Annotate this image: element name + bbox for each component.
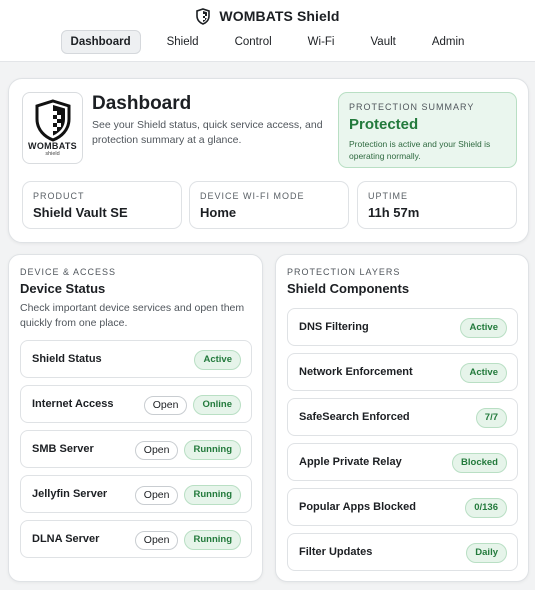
stat-value: Shield Vault SE bbox=[33, 205, 128, 220]
device-row-dlna-server: DLNA Server Open Running bbox=[20, 520, 252, 558]
protection-summary: PROTECTION SUMMARY Protected Protection … bbox=[338, 92, 517, 168]
status-badge: Active bbox=[194, 350, 241, 370]
logo-shield-icon bbox=[35, 99, 71, 142]
nav-control[interactable]: Control bbox=[225, 30, 282, 54]
device-status-panel: DEVICE & ACCESS Device Status Check impo… bbox=[8, 254, 263, 582]
open-button[interactable]: Open bbox=[134, 530, 179, 550]
row-label: SafeSearch Enforced bbox=[299, 411, 410, 423]
protection-summary-value: Protected bbox=[349, 116, 419, 133]
product-logo: WOMBATS shield bbox=[22, 92, 83, 164]
layer-row-network-enforcement: Network Enforcement Active bbox=[287, 353, 518, 391]
nav-admin[interactable]: Admin bbox=[422, 30, 475, 54]
panel-label: PROTECTION LAYERS bbox=[287, 267, 401, 277]
open-button[interactable]: Open bbox=[143, 395, 188, 415]
app-title: WOMBATS Shield bbox=[219, 8, 340, 24]
stat-wifi-mode: DEVICE WI-FI MODE Home bbox=[189, 181, 349, 229]
status-badge: 7/7 bbox=[475, 408, 507, 428]
status-badge: Active bbox=[460, 363, 507, 383]
status-badge: Active bbox=[460, 318, 507, 338]
row-label: Filter Updates bbox=[299, 546, 373, 558]
nav-vault[interactable]: Vault bbox=[360, 30, 405, 54]
layer-row-apple-private-relay: Apple Private Relay Blocked bbox=[287, 443, 518, 481]
top-bar: WOMBATS Shield Dashboard Shield Control … bbox=[0, 0, 535, 62]
layer-row-filter-updates: Filter Updates Daily bbox=[287, 533, 518, 571]
dashboard-hero-card: WOMBATS shield Dashboard See your Shield… bbox=[8, 78, 529, 243]
stat-label: DEVICE WI-FI MODE bbox=[200, 191, 305, 201]
row-label: Internet Access bbox=[32, 398, 114, 410]
row-label: Shield Status bbox=[32, 353, 102, 365]
row-label: SMB Server bbox=[32, 443, 94, 455]
panel-label: DEVICE & ACCESS bbox=[20, 267, 117, 277]
device-row-shield-status: Shield Status Active bbox=[20, 340, 252, 378]
row-label: DLNA Server bbox=[32, 533, 100, 545]
status-badge: Running bbox=[184, 440, 241, 460]
protection-summary-label: PROTECTION SUMMARY bbox=[349, 102, 475, 112]
row-label: Network Enforcement bbox=[299, 366, 413, 378]
main-nav: Dashboard Shield Control Wi-Fi Vault Adm… bbox=[0, 30, 535, 54]
status-badge: 0/136 bbox=[465, 498, 507, 518]
panel-title: Device Status bbox=[20, 281, 106, 296]
device-row-internet-access: Internet Access Open Online bbox=[20, 385, 252, 423]
open-button[interactable]: Open bbox=[134, 485, 179, 505]
row-label: Jellyfin Server bbox=[32, 488, 108, 500]
page-title: Dashboard bbox=[92, 93, 192, 114]
stat-label: UPTIME bbox=[368, 191, 409, 201]
device-row-smb-server: SMB Server Open Running bbox=[20, 430, 252, 468]
panel-title: Shield Components bbox=[287, 281, 410, 296]
brand: WOMBATS Shield bbox=[0, 6, 535, 26]
logo-wordmark: WOMBATS bbox=[28, 141, 77, 151]
row-label: DNS Filtering bbox=[299, 321, 369, 333]
row-label: Popular Apps Blocked bbox=[299, 501, 416, 513]
logo-subtext: shield bbox=[45, 151, 60, 157]
stat-product: PRODUCT Shield Vault SE bbox=[22, 181, 182, 229]
nav-dashboard[interactable]: Dashboard bbox=[60, 30, 141, 54]
page-description: See your Shield status, quick service ac… bbox=[92, 119, 323, 146]
status-badge: Running bbox=[184, 530, 241, 550]
layer-row-popular-apps-blocked: Popular Apps Blocked 0/136 bbox=[287, 488, 518, 526]
panel-description: Check important device services and open… bbox=[20, 302, 245, 329]
stat-label: PRODUCT bbox=[33, 191, 85, 201]
protection-layers-panel: PROTECTION LAYERS Shield Components DNS … bbox=[275, 254, 529, 582]
row-label: Apple Private Relay bbox=[299, 456, 402, 468]
nav-shield[interactable]: Shield bbox=[157, 30, 209, 54]
stat-value: Home bbox=[200, 205, 237, 220]
open-button[interactable]: Open bbox=[134, 440, 179, 460]
protection-summary-description: Protection is active and your Shield is … bbox=[349, 139, 491, 161]
stat-value: 11h 57m bbox=[368, 205, 420, 220]
status-badge: Running bbox=[184, 485, 241, 505]
layer-row-dns-filtering: DNS Filtering Active bbox=[287, 308, 518, 346]
status-badge: Blocked bbox=[452, 453, 507, 473]
shield-icon bbox=[195, 7, 211, 25]
device-row-jellyfin-server: Jellyfin Server Open Running bbox=[20, 475, 252, 513]
stat-uptime: UPTIME 11h 57m bbox=[357, 181, 517, 229]
nav-wifi[interactable]: Wi-Fi bbox=[298, 30, 345, 54]
layer-row-safesearch: SafeSearch Enforced 7/7 bbox=[287, 398, 518, 436]
status-badge: Online bbox=[193, 395, 241, 415]
status-badge: Daily bbox=[466, 543, 507, 563]
